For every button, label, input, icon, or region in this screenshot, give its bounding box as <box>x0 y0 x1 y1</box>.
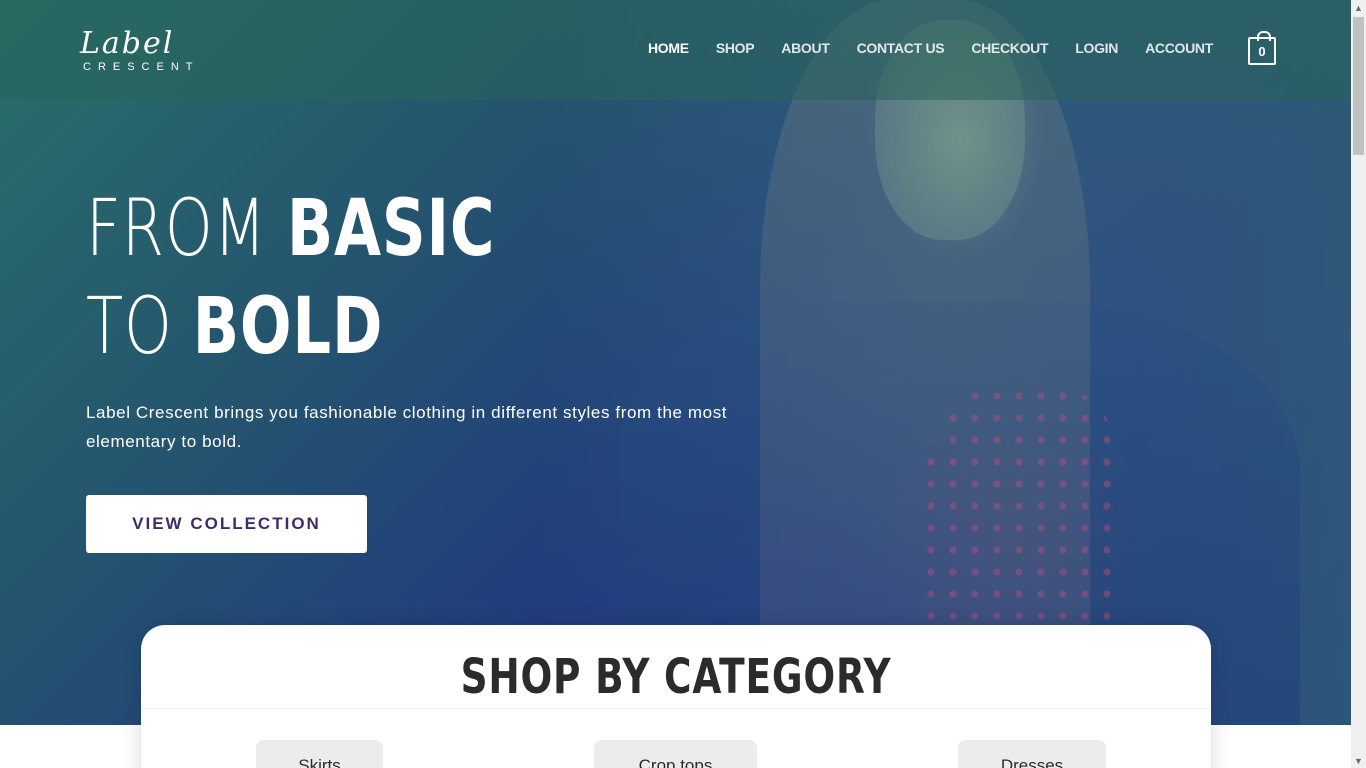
hero-model-photo <box>540 0 1351 725</box>
nav-shop[interactable]: SHOP <box>716 40 755 56</box>
nav-login[interactable]: LOGIN <box>1075 40 1118 56</box>
page-scrollbar[interactable]: ▲ ▼ <box>1351 0 1366 768</box>
view-collection-button[interactable]: VIEW COLLECTION <box>86 495 367 553</box>
logo-script-text: Label <box>80 26 175 61</box>
nav-account[interactable]: ACCOUNT <box>1145 40 1213 56</box>
hero-headline: FROM BASIC TO BOLD <box>86 180 495 376</box>
hero-title-line2-bold: BOLD <box>192 282 384 372</box>
logo-sub-text: CRESCENT <box>83 61 200 73</box>
hero-title-line1-bold: BASIC <box>286 184 496 274</box>
hero-section: Label CRESCENT HOME SHOP ABOUT CONTACT U… <box>0 0 1351 725</box>
category-divider <box>141 708 1211 709</box>
category-section-title: SHOP BY CATEGORY <box>460 649 892 705</box>
nav-home[interactable]: HOME <box>648 40 689 56</box>
nav-about[interactable]: ABOUT <box>781 40 830 56</box>
nav-checkout[interactable]: CHECKOUT <box>971 40 1048 56</box>
category-dresses[interactable]: Dresses <box>958 740 1106 768</box>
hero-title-line1-light: FROM <box>86 184 287 274</box>
shop-by-category-card: SHOP BY CATEGORY Skirts Crop tops Dresse… <box>141 625 1211 768</box>
brand-logo[interactable]: Label CRESCENT <box>80 26 195 74</box>
shopping-bag-icon[interactable]: 0 <box>1248 31 1276 65</box>
triangle-up-icon[interactable]: ▲ <box>1351 0 1366 15</box>
hero-title-line2-light: TO <box>86 282 193 372</box>
triangle-down-icon[interactable]: ▼ <box>1351 753 1366 768</box>
header-bar: Label CRESCENT HOME SHOP ABOUT CONTACT U… <box>0 0 1351 100</box>
scrollbar-thumb[interactable] <box>1353 17 1364 155</box>
category-crop-tops[interactable]: Crop tops <box>594 740 757 768</box>
hero-description: Label Crescent brings you fashionable cl… <box>86 403 728 451</box>
main-nav: HOME SHOP ABOUT CONTACT US CHECKOUT LOGI… <box>648 40 1240 56</box>
cart-count: 0 <box>1258 43 1266 59</box>
nav-contact-us[interactable]: CONTACT US <box>857 40 945 56</box>
category-skirts[interactable]: Skirts <box>256 740 383 768</box>
